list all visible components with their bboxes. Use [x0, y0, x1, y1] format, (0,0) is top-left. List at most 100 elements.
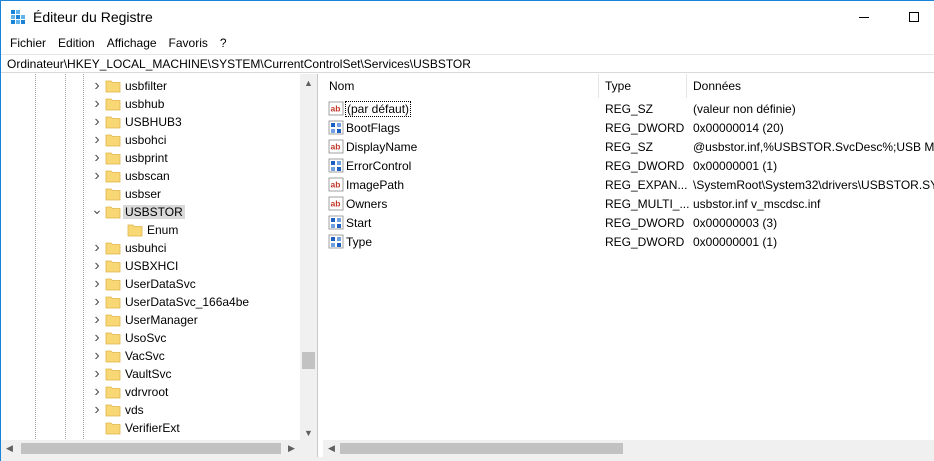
tree-item-label: usbscan	[125, 169, 170, 183]
chevron-right-icon[interactable]: ›	[91, 293, 103, 310]
chevron-right-icon[interactable]: ›	[91, 365, 103, 382]
tree-item-label: vds	[125, 403, 144, 417]
tree-vertical-scroll-thumb[interactable]	[302, 352, 315, 369]
tree-item-label: VaultSvc	[125, 367, 172, 381]
tree-item[interactable]: › usbhub	[1, 95, 297, 113]
tree-item[interactable]: › VacSvc	[1, 347, 297, 365]
chevron-right-icon[interactable]: ›	[91, 77, 103, 94]
tree-item[interactable]: › usbfilter	[1, 77, 297, 95]
value-row[interactable]: Type REG_DWORD 0x00000001 (1)	[323, 232, 934, 251]
value-name: (par défaut)	[344, 101, 412, 117]
tree-item[interactable]: VerifierExt	[1, 419, 297, 437]
tree-item[interactable]: › usbuhci	[1, 239, 297, 257]
minimize-button[interactable]	[841, 1, 887, 33]
binary-value-icon	[328, 120, 344, 135]
menu-favoris[interactable]: Favoris	[163, 33, 214, 54]
tree-item[interactable]: › UserDataSvc	[1, 275, 297, 293]
tree-item[interactable]: › UsoSvc	[1, 329, 297, 347]
tree-item[interactable]: › VaultSvc	[1, 365, 297, 383]
chevron-right-icon[interactable]: ›	[91, 347, 103, 364]
tree-item[interactable]: › USBHUB3	[1, 113, 297, 131]
value-type: REG_DWORD	[605, 216, 685, 230]
tree-item[interactable]: ⌄ USBSTOR	[1, 201, 297, 221]
value-data: (valeur non définie)	[693, 102, 796, 116]
string-value-icon: ab	[328, 101, 344, 116]
tree-item[interactable]: › usbprint	[1, 149, 297, 167]
tree-item-label: USBXHCI	[125, 259, 179, 273]
chevron-right-icon[interactable]: ›	[91, 113, 103, 130]
minimize-icon	[859, 16, 869, 18]
folder-icon	[105, 350, 121, 363]
status-strip	[1, 457, 934, 461]
tree-item-label: usbfilter	[125, 79, 168, 93]
tree-item-label: UserDataSvc	[125, 277, 196, 291]
value-name: BootFlags	[346, 121, 401, 135]
tree-item-label: usbhub	[125, 97, 165, 111]
menu-fichier[interactable]: Fichier	[1, 33, 52, 54]
value-type: REG_DWORD	[605, 235, 685, 249]
tree-item[interactable]: › UserDataSvc_166a4be	[1, 293, 297, 311]
folder-icon	[105, 296, 121, 309]
value-row[interactable]: BootFlags REG_DWORD 0x00000014 (20)	[323, 118, 934, 137]
tree-item[interactable]: usbser	[1, 185, 297, 203]
chevron-right-icon[interactable]: ›	[91, 329, 103, 346]
tree-item[interactable]: › vdrvroot	[1, 383, 297, 401]
value-name: ErrorControl	[346, 159, 412, 173]
value-type: REG_MULTI_...	[605, 197, 690, 211]
tree-item[interactable]: › usbscan	[1, 167, 297, 185]
chevron-right-icon[interactable]: ›	[91, 383, 103, 400]
chevron-right-icon[interactable]: ›	[91, 149, 103, 166]
value-row[interactable]: ab Owners REG_MULTI_... usbstor.inf v_mscds…	[323, 194, 934, 213]
chevron-right-icon[interactable]: ›	[91, 257, 103, 274]
folder-icon	[105, 242, 121, 255]
tree-horizontal-scrollbar[interactable]: ◀ ▶	[1, 440, 317, 457]
scroll-right-arrow-icon[interactable]: ▶	[283, 440, 300, 457]
title-bar[interactable]: Éditeur du Registre	[1, 1, 934, 33]
tree-item[interactable]: › usbohci	[1, 131, 297, 149]
menu-affichage[interactable]: Affichage	[101, 33, 163, 54]
chevron-right-icon[interactable]: ›	[91, 311, 103, 328]
folder-icon	[105, 206, 121, 219]
value-row[interactable]: Start REG_DWORD 0x00000003 (3)	[323, 213, 934, 232]
value-name: DisplayName	[346, 140, 418, 154]
tree-item[interactable]: › USBXHCI	[1, 257, 297, 275]
list-horizontal-scrollbar[interactable]: ◀	[323, 440, 934, 457]
chevron-right-icon[interactable]: ›	[91, 401, 103, 418]
menu-edition[interactable]: Edition	[52, 33, 101, 54]
folder-icon	[105, 386, 121, 399]
tree-item[interactable]: › UserManager	[1, 311, 297, 329]
scroll-left-arrow-icon[interactable]: ◀	[323, 440, 340, 457]
tree-horizontal-scroll-thumb[interactable]	[21, 443, 281, 454]
chevron-right-icon[interactable]: ›	[91, 131, 103, 148]
maximize-button[interactable]	[891, 1, 934, 33]
menu-help[interactable]: ?	[214, 33, 233, 54]
address-path[interactable]: Ordinateur\HKEY_LOCAL_MACHINE\SYSTEM\Cur…	[7, 57, 471, 71]
scroll-left-arrow-icon[interactable]: ◀	[1, 440, 18, 457]
chevron-right-icon[interactable]: ›	[91, 95, 103, 112]
chevron-right-icon[interactable]: ›	[91, 239, 103, 256]
value-row[interactable]: ab ImagePath REG_EXPAN... \SystemRoot\Syste…	[323, 175, 934, 194]
folder-icon	[105, 80, 121, 93]
value-row[interactable]: ErrorControl REG_DWORD 0x00000001 (1)	[323, 156, 934, 175]
maximize-icon	[909, 12, 919, 22]
tree-item-label: UserManager	[125, 313, 198, 327]
value-row[interactable]: ab DisplayName REG_SZ @usbstor.inf,%USBSTOR…	[323, 137, 934, 156]
chevron-right-icon[interactable]: ›	[91, 167, 103, 184]
tree-vertical-scrollbar[interactable]: ▲ ▼	[300, 74, 317, 441]
column-header-data[interactable]: Données	[687, 74, 934, 98]
list-horizontal-scroll-thumb[interactable]	[340, 443, 623, 454]
chevron-down-icon[interactable]: ⌄	[91, 201, 103, 217]
tree-item[interactable]: › vds	[1, 401, 297, 419]
scroll-up-arrow-icon[interactable]: ▲	[300, 74, 317, 91]
scroll-down-arrow-icon[interactable]: ▼	[300, 424, 317, 441]
tree-item-label: usbprint	[125, 151, 168, 165]
column-header-type[interactable]: Type	[599, 74, 687, 98]
tree-item-label: vdrvroot	[125, 385, 169, 399]
column-header-name[interactable]: Nom	[323, 74, 599, 98]
folder-icon	[105, 422, 121, 435]
value-name: Owners	[346, 197, 388, 211]
value-row[interactable]: ab (par défaut) REG_SZ (valeur non définie)	[323, 99, 934, 118]
tree-item[interactable]: Enum	[1, 221, 297, 239]
address-bar[interactable]: Ordinateur\HKEY_LOCAL_MACHINE\SYSTEM\Cur…	[1, 54, 934, 73]
chevron-right-icon[interactable]: ›	[91, 275, 103, 292]
